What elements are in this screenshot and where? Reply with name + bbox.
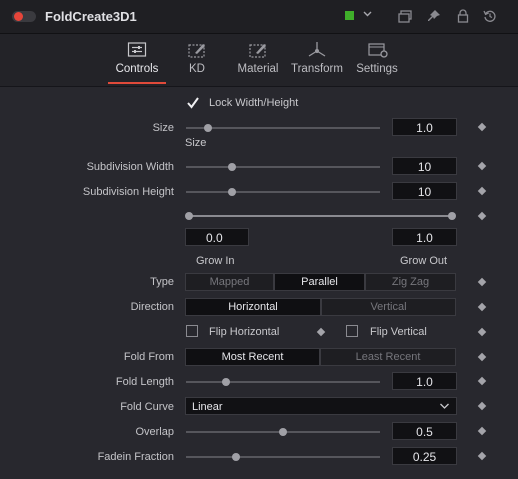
fold-curve-label: Fold Curve	[120, 401, 174, 413]
subdivision-height-label: Subdivision Height	[82, 186, 174, 198]
subdivision-width-field[interactable]: 10	[392, 157, 457, 175]
tab-label: Controls	[115, 63, 159, 75]
power-toggle[interactable]	[12, 11, 36, 22]
direction-keyframe-icon[interactable]	[477, 302, 487, 312]
lock-icon[interactable]	[455, 8, 471, 24]
overlap-label: Overlap	[135, 426, 174, 438]
fold-curve-dropdown[interactable]: Linear	[185, 397, 457, 415]
inspector-tabs: Controls KD Material Transform Settings	[0, 34, 518, 87]
grow-out-field[interactable]: 1.0	[392, 228, 457, 246]
active-tab-indicator	[108, 82, 166, 84]
type-option-zigzag[interactable]: Zig Zag	[365, 273, 456, 291]
versions-icon[interactable]	[397, 8, 413, 24]
direction-option-vertical[interactable]: Vertical	[321, 298, 456, 316]
node-header: FoldCreate3D1	[0, 0, 518, 34]
fold-length-label: Fold Length	[115, 376, 174, 388]
tab-controls[interactable]: Controls	[106, 34, 168, 84]
tab-label: KD	[189, 63, 205, 75]
transform-icon	[307, 41, 327, 59]
type-option-parallel[interactable]: Parallel	[274, 273, 365, 291]
tab-label: Transform	[291, 63, 343, 75]
size-slider-knob[interactable]	[204, 124, 212, 132]
subdivision-width-slider[interactable]	[186, 166, 380, 168]
fadein-fraction-slider[interactable]	[186, 456, 380, 458]
tab-label: Settings	[356, 63, 398, 75]
subdivision-height-keyframe-icon[interactable]	[477, 186, 487, 196]
tab-label: Material	[237, 63, 279, 75]
tab-transform[interactable]: Transform	[288, 34, 346, 84]
flip-vertical-keyframe-icon[interactable]	[477, 327, 487, 337]
fold-curve-value: Linear	[192, 401, 223, 413]
fold-from-label: Fold From	[123, 351, 174, 363]
type-keyframe-icon[interactable]	[477, 277, 487, 287]
grow-in-field[interactable]: 0.0	[185, 228, 249, 246]
grow-in-label: Grow In	[196, 255, 235, 267]
fold-curve-keyframe-icon[interactable]	[477, 401, 487, 411]
direction-label: Direction	[130, 301, 174, 313]
lock-width-height-checkbox[interactable]	[186, 96, 200, 110]
subdivision-height-slider[interactable]	[186, 191, 380, 193]
overlap-keyframe-icon[interactable]	[477, 426, 487, 436]
grow-out-label: Grow Out	[400, 255, 448, 267]
kd-icon	[187, 41, 207, 59]
flip-horizontal-label: Flip Horizontal	[209, 326, 280, 338]
grow-keyframe-icon[interactable]	[477, 211, 487, 221]
size-sublabel: Size	[185, 137, 207, 149]
type-option-mapped[interactable]: Mapped	[185, 273, 274, 291]
grow-out-handle[interactable]	[448, 212, 456, 220]
subdivision-width-label: Subdivision Width	[86, 161, 174, 173]
flip-vertical-label: Flip Vertical	[370, 326, 427, 338]
flip-vertical-checkbox[interactable]	[346, 325, 358, 337]
lock-width-height-label: Lock Width/Height	[209, 97, 299, 109]
type-label: Type	[150, 276, 174, 288]
chevron-down-icon	[439, 398, 450, 420]
fold-from-option-most-recent[interactable]: Most Recent	[185, 348, 320, 366]
subdivision-height-slider-knob[interactable]	[228, 188, 236, 196]
tab-settings[interactable]: Settings	[350, 34, 404, 84]
flip-horizontal-keyframe-icon[interactable]	[316, 327, 326, 337]
overlap-field[interactable]: 0.5	[392, 422, 457, 440]
grow-in-handle[interactable]	[185, 212, 193, 220]
reset-icon[interactable]	[482, 8, 498, 24]
fold-from-keyframe-icon[interactable]	[477, 352, 487, 362]
subdivision-width-slider-knob[interactable]	[228, 163, 236, 171]
settings-icon	[367, 41, 388, 59]
node-title: FoldCreate3D1	[45, 9, 137, 24]
controls-icon	[127, 41, 147, 59]
fold-length-field[interactable]: 1.0	[392, 372, 457, 390]
node-color-swatch[interactable]	[345, 11, 354, 20]
tab-material[interactable]: Material	[230, 34, 286, 84]
direction-option-horizontal[interactable]: Horizontal	[185, 298, 321, 316]
grow-range-slider[interactable]	[189, 215, 452, 217]
fold-length-slider[interactable]	[186, 381, 380, 383]
material-icon	[248, 41, 268, 59]
fadein-fraction-label: Fadein Fraction	[97, 451, 174, 463]
flip-horizontal-checkbox[interactable]	[186, 325, 198, 337]
size-slider[interactable]	[186, 127, 380, 129]
size-keyframe-icon[interactable]	[477, 122, 487, 132]
overlap-slider-knob[interactable]	[279, 428, 287, 436]
tab-kd[interactable]: KD	[172, 34, 222, 84]
fadein-fraction-field[interactable]: 0.25	[392, 447, 457, 465]
subdivision-width-keyframe-icon[interactable]	[477, 161, 487, 171]
fadein-fraction-keyframe-icon[interactable]	[477, 451, 487, 461]
pin-icon[interactable]	[426, 8, 442, 24]
fold-length-keyframe-icon[interactable]	[477, 376, 487, 386]
size-label: Size	[152, 122, 174, 134]
fold-from-option-least-recent[interactable]: Least Recent	[320, 348, 456, 366]
size-field[interactable]: 1.0	[392, 118, 457, 136]
subdivision-height-field[interactable]: 10	[392, 182, 457, 200]
fadein-fraction-slider-knob[interactable]	[232, 453, 240, 461]
fold-length-slider-knob[interactable]	[222, 378, 230, 386]
chevron-down-icon[interactable]	[362, 8, 373, 22]
